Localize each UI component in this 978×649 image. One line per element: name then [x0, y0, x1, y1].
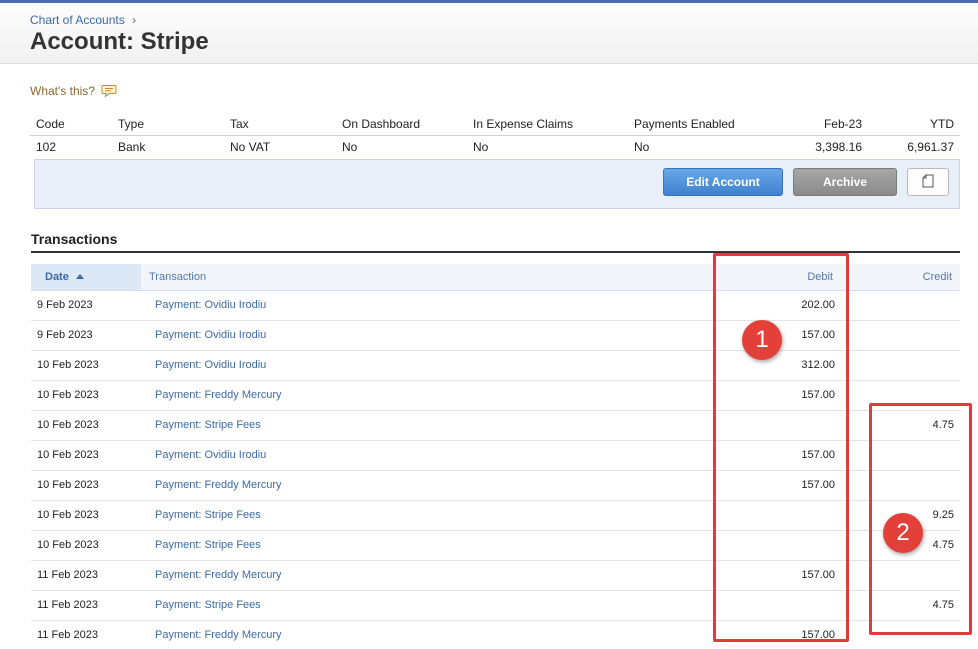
summary-col-payments-enabled: Payments Enabled	[628, 114, 788, 136]
transaction-link[interactable]: Payment: Stripe Fees	[141, 530, 711, 561]
summary-value-row: 102 Bank No VAT No No No 3,398.16 6,961.…	[30, 135, 960, 158]
transaction-date: 11 Feb 2023	[31, 620, 141, 649]
whats-this-label: What's this?	[30, 84, 95, 98]
annotation-box-debit	[713, 253, 849, 642]
transaction-link[interactable]: Payment: Freddy Mercury	[141, 560, 711, 591]
summary-col-type: Type	[112, 114, 224, 136]
annotation-box-credit	[869, 403, 972, 635]
column-header-date[interactable]: Date	[31, 264, 141, 291]
annotation-badge-2: 2	[883, 513, 923, 553]
transaction-link[interactable]: Payment: Ovidiu Irodiu	[141, 320, 711, 351]
summary-col-in-expense-claims: In Expense Claims	[467, 114, 628, 136]
transaction-credit	[841, 350, 960, 381]
summary-col-on-dashboard: On Dashboard	[336, 114, 467, 136]
summary-code: 102	[36, 139, 57, 154]
transaction-link[interactable]: Payment: Stripe Fees	[141, 410, 711, 441]
transactions-heading: Transactions	[31, 231, 118, 247]
column-header-transaction[interactable]: Transaction	[141, 264, 711, 291]
account-summary-table: Code Type Tax On Dashboard In Expense Cl…	[30, 114, 960, 158]
summary-col-ytd: YTD	[868, 114, 960, 136]
summary-col-code: Code	[30, 114, 112, 136]
transaction-date: 11 Feb 2023	[31, 560, 141, 591]
transaction-date: 10 Feb 2023	[31, 410, 141, 441]
copy-icon	[922, 174, 934, 191]
archive-button[interactable]: Archive	[793, 168, 897, 196]
transaction-date: 10 Feb 2023	[31, 530, 141, 561]
sort-ascending-icon	[75, 274, 84, 280]
transaction-link[interactable]: Payment: Freddy Mercury	[141, 380, 711, 411]
transaction-date: 11 Feb 2023	[31, 590, 141, 621]
breadcrumb-separator: ›	[132, 13, 137, 27]
transaction-link[interactable]: Payment: Ovidiu Irodiu	[141, 290, 711, 321]
annotation-badge-1: 1	[742, 320, 782, 360]
breadcrumb-link-chart-of-accounts[interactable]: Chart of Accounts	[30, 13, 125, 27]
transaction-link[interactable]: Payment: Freddy Mercury	[141, 620, 711, 649]
transaction-credit	[841, 320, 960, 351]
breadcrumb: Chart of Accounts ›	[30, 13, 136, 27]
transaction-link[interactable]: Payment: Ovidiu Irodiu	[141, 350, 711, 381]
summary-col-month: Feb-23	[788, 114, 868, 136]
summary-on-dashboard: No	[342, 139, 358, 154]
transaction-link[interactable]: Payment: Freddy Mercury	[141, 470, 711, 501]
speech-bubble-icon	[101, 84, 117, 98]
column-header-credit[interactable]: Credit	[841, 264, 960, 291]
summary-ytd-value: 6,961.37	[907, 139, 954, 154]
summary-payments-enabled: No	[634, 139, 650, 154]
summary-type: Bank	[118, 139, 146, 154]
transaction-link[interactable]: Payment: Stripe Fees	[141, 500, 711, 531]
transaction-date: 10 Feb 2023	[31, 500, 141, 531]
summary-col-tax: Tax	[224, 114, 336, 136]
transaction-date: 9 Feb 2023	[31, 290, 141, 321]
whats-this-link[interactable]: What's this?	[30, 84, 117, 98]
page-title: Account: Stripe	[30, 28, 209, 55]
summary-in-expense-claims: No	[473, 139, 489, 154]
account-action-bar: Edit Account Archive	[34, 159, 960, 209]
summary-month-value: 3,398.16	[815, 139, 862, 154]
transaction-date: 10 Feb 2023	[31, 470, 141, 501]
transaction-date: 10 Feb 2023	[31, 350, 141, 381]
summary-header-row: Code Type Tax On Dashboard In Expense Cl…	[30, 114, 960, 136]
column-header-date-label: Date	[45, 270, 69, 283]
transaction-date: 10 Feb 2023	[31, 380, 141, 411]
copy-button[interactable]	[907, 168, 949, 196]
transaction-date: 9 Feb 2023	[31, 320, 141, 351]
transaction-date: 10 Feb 2023	[31, 440, 141, 471]
summary-tax: No VAT	[230, 139, 271, 154]
transaction-link[interactable]: Payment: Ovidiu Irodiu	[141, 440, 711, 471]
edit-account-button[interactable]: Edit Account	[663, 168, 783, 196]
transaction-link[interactable]: Payment: Stripe Fees	[141, 590, 711, 621]
transaction-credit	[841, 290, 960, 321]
page-header: Chart of Accounts › Account: Stripe	[0, 3, 978, 64]
